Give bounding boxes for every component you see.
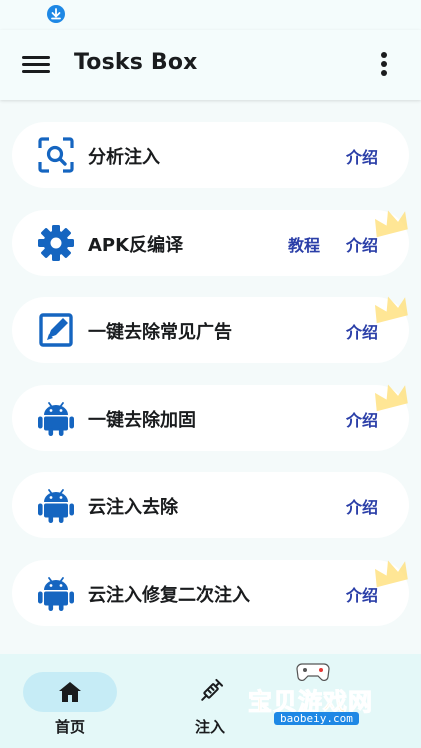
tool-card-label: 一键去除常见广告 (88, 322, 232, 344)
tool-card-label: 分析注入 (88, 147, 160, 168)
edit-box-icon (39, 313, 73, 347)
tool-card-label: 一键去除加固 (88, 409, 196, 431)
app-title: Tosks Box (74, 50, 198, 75)
syringe-icon (201, 678, 224, 701)
intro-link[interactable]: 介绍 (346, 407, 378, 431)
scan-search-icon (38, 137, 74, 173)
nav-label: 首页 (54, 718, 85, 736)
tool-card-label: 云注入去除 (88, 497, 178, 519)
menu-button[interactable] (18, 48, 54, 80)
tutorial-link[interactable]: 教程 (288, 232, 320, 256)
android-icon (38, 489, 74, 524)
download-icon (47, 5, 65, 23)
home-icon (59, 682, 81, 702)
more-options-button[interactable] (370, 46, 398, 82)
tool-card-cloud-inject-remove[interactable]: 云注入去除 介绍 (12, 472, 409, 539)
tool-card-label: APK反编译 (88, 234, 184, 256)
more-vert-icon (381, 52, 387, 76)
app-bar: Tosks Box (0, 30, 421, 100)
android-icon (38, 401, 74, 436)
status-bar (0, 0, 421, 30)
nav-item-inject[interactable]: 注入 (163, 670, 259, 740)
hamburger-icon (22, 56, 50, 73)
intro-link[interactable]: 介绍 (346, 232, 378, 256)
tool-card-apk-decompile[interactable]: APK反编译 教程 介绍 (12, 209, 409, 276)
intro-link[interactable]: 介绍 (346, 319, 378, 343)
gear-icon (38, 224, 74, 261)
tool-list: 分析注入 介绍 APK反编译 教程 介绍 一键去除常见广告 介绍 一键去除加固 … (12, 122, 409, 648)
tool-card-cloud-inject-fix[interactable]: 云注入修复二次注入 介绍 (12, 559, 409, 626)
tool-card-label: 云注入修复二次注入 (88, 584, 250, 606)
bottom-navigation: 首页 注入 (0, 654, 421, 748)
tool-card-remove-hardening[interactable]: 一键去除加固 介绍 (12, 384, 409, 451)
intro-link[interactable]: 介绍 (346, 144, 378, 168)
tool-card-remove-ads[interactable]: 一键去除常见广告 介绍 (12, 297, 409, 364)
intro-link[interactable]: 介绍 (346, 494, 378, 518)
nav-label: 注入 (194, 718, 225, 736)
intro-link[interactable]: 介绍 (346, 582, 378, 606)
tool-card-analyze-inject[interactable]: 分析注入 介绍 (12, 122, 409, 188)
android-icon (38, 577, 74, 611)
nav-item-home[interactable]: 首页 (23, 670, 119, 740)
